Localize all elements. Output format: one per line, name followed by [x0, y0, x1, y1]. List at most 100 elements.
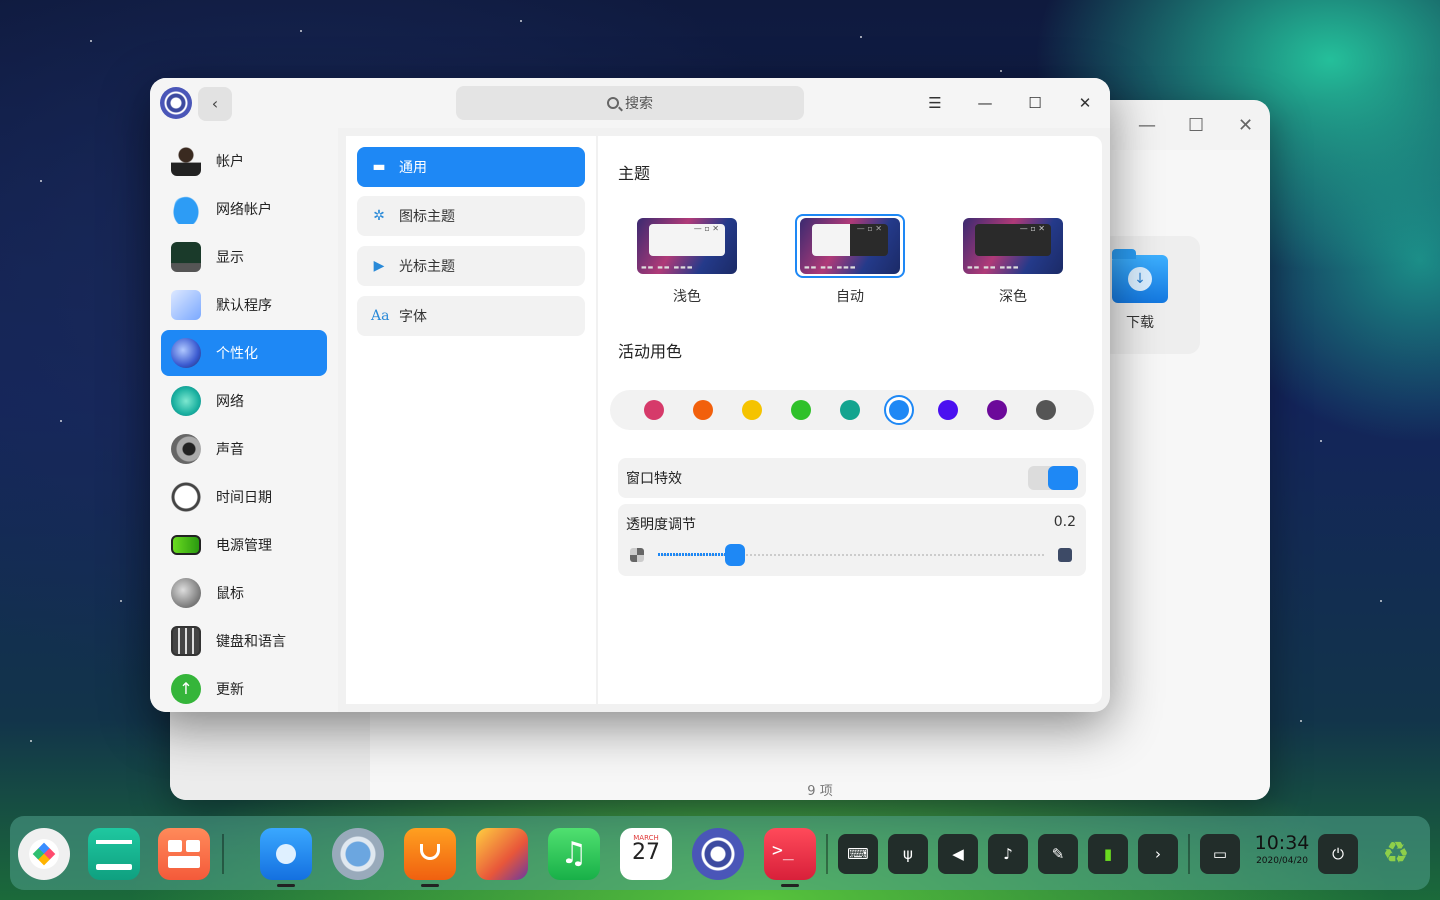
sidebar-item-account[interactable]: 帐户 [161, 138, 327, 184]
display-icon [171, 242, 201, 272]
accent-color-swatch[interactable] [884, 395, 914, 425]
sidebar-item-label: 默认程序 [216, 298, 272, 314]
battery-tray-icon[interactable]: ▮ [1088, 834, 1128, 874]
default-apps-icon [171, 290, 201, 320]
expand-icon[interactable]: › [1138, 834, 1178, 874]
submenu-item-label: 通用 [399, 160, 427, 176]
trash-icon[interactable]: ♻ [1370, 828, 1422, 880]
theme-auto[interactable]: — ▫ ✕ ▬▬ ▬▬ ▬▬▬ 自动 [795, 214, 905, 306]
theme-light-preview: — ▫ ✕ ▬▬ ▬▬ ▬▬▬ [637, 218, 737, 274]
search-input[interactable]: 搜索 [456, 86, 804, 120]
back-button[interactable]: ‹ [198, 87, 232, 121]
close-icon[interactable]: ✕ [1238, 115, 1253, 136]
submenu-panel: ▬ 通用 ✲ 图标主题 ▶ 光标主题 Aa 字体 [346, 136, 596, 704]
folder-label[interactable]: 下载 [1110, 312, 1170, 332]
mouse-icon [171, 578, 201, 608]
general-icon: ▬ [372, 159, 386, 175]
dock-separator [826, 834, 828, 874]
running-indicator [421, 884, 439, 887]
calendar-icon[interactable]: MARCH 27 [620, 828, 672, 880]
submenu-item-icon-theme[interactable]: ✲ 图标主题 [357, 196, 585, 236]
running-indicator [277, 884, 295, 887]
sidebar-item-label: 键盘和语言 [216, 634, 286, 650]
file-manager-app-icon[interactable] [260, 828, 312, 880]
accent-color-swatch[interactable] [1036, 400, 1056, 420]
maximize-icon[interactable]: ☐ [1188, 115, 1204, 136]
account-icon [171, 146, 201, 176]
accent-color-picker [610, 390, 1094, 430]
usb-icon[interactable]: ψ [888, 834, 928, 874]
accent-color-swatch[interactable] [987, 400, 1007, 420]
on-screen-keyboard-icon[interactable]: ▭ [1200, 834, 1240, 874]
sidebar-item-label: 个性化 [216, 346, 258, 362]
power-icon[interactable]: ⏻ [1318, 834, 1358, 874]
clock-date[interactable]: 2020/04/20 [1250, 856, 1314, 866]
accent-color-swatch[interactable] [693, 400, 713, 420]
download-folder-icon[interactable]: ↓ [1112, 249, 1168, 303]
theme-light[interactable]: — ▫ ✕ ▬▬ ▬▬ ▬▬▬ 浅色 [632, 214, 742, 306]
minimize-button[interactable]: — [972, 90, 998, 116]
window-effect-row: 窗口特效 [618, 458, 1086, 498]
submenu-item-cursor-theme[interactable]: ▶ 光标主题 [357, 246, 585, 286]
sidebar-item-mouse[interactable]: 鼠标 [161, 570, 327, 616]
launcher-icon[interactable] [18, 828, 70, 880]
sidebar-item-personalization[interactable]: 个性化 [161, 330, 327, 376]
theme-dark[interactable]: — ▫ ✕ ▬▬ ▬▬ ▬▬▬ 深色 [958, 214, 1068, 306]
sidebar: 帐户 网络帐户 显示 默认程序 个性化 网络 声音 时间日期 电源管理 鼠标 键… [150, 128, 338, 712]
workspace-icon[interactable] [158, 828, 210, 880]
sidebar-item-cloud-account[interactable]: 网络帐户 [161, 186, 327, 232]
titlebar: ‹ 搜索 ☰ — ☐ ✕ [150, 78, 1110, 128]
transparent-icon [630, 548, 644, 562]
window-effect-toggle[interactable] [1028, 466, 1078, 490]
submenu-item-label: 图标主题 [399, 209, 455, 225]
window-effect-label: 窗口特效 [626, 471, 682, 487]
control-center-app-icon[interactable] [692, 828, 744, 880]
sidebar-item-label: 时间日期 [216, 490, 272, 506]
sidebar-item-display[interactable]: 显示 [161, 234, 327, 280]
battery-icon [171, 535, 201, 555]
notification-icon[interactable]: ♪ [988, 834, 1028, 874]
sound-icon [171, 434, 201, 464]
submenu-item-font[interactable]: Aa 字体 [357, 296, 585, 336]
font-icon: Aa [371, 308, 390, 324]
close-button[interactable]: ✕ [1072, 90, 1098, 116]
browser-icon[interactable] [332, 828, 384, 880]
music-icon[interactable]: ♫ [548, 828, 600, 880]
clock-icon [171, 482, 201, 512]
keyboard-tray-icon[interactable]: ⌨ [838, 834, 878, 874]
terminal-icon[interactable]: >_ [764, 828, 816, 880]
sidebar-item-keyboard[interactable]: 键盘和语言 [161, 618, 327, 664]
sidebar-item-label: 网络 [216, 394, 244, 410]
minimize-icon[interactable]: — [1138, 115, 1156, 136]
dock-separator [222, 834, 224, 874]
sidebar-item-update[interactable]: ↑ 更新 [161, 666, 327, 712]
accent-color-swatch[interactable] [791, 400, 811, 420]
network-icon [171, 386, 201, 416]
icon-theme-icon: ✲ [373, 208, 385, 224]
sidebar-item-sound[interactable]: 声音 [161, 426, 327, 472]
accent-color-swatch[interactable] [644, 400, 664, 420]
control-center-window[interactable]: ‹ 搜索 ☰ — ☐ ✕ 帐户 网络帐户 显示 默认程序 个性化 网络 声音 时… [150, 78, 1110, 712]
theme-dark-preview: — ▫ ✕ ▬▬ ▬▬ ▬▬▬ [963, 218, 1063, 274]
volume-icon[interactable]: ◀ [938, 834, 978, 874]
pen-icon[interactable]: ✎ [1038, 834, 1078, 874]
sidebar-item-default-apps[interactable]: 默认程序 [161, 282, 327, 328]
control-center-logo-icon [160, 87, 192, 119]
accent-color-swatch[interactable] [840, 400, 860, 420]
submenu-item-label: 光标主题 [399, 259, 455, 275]
menu-icon[interactable]: ☰ [922, 90, 948, 116]
personalization-icon [171, 338, 201, 368]
sidebar-item-datetime[interactable]: 时间日期 [161, 474, 327, 520]
opacity-slider-handle[interactable] [725, 544, 746, 566]
multitask-view-icon[interactable] [88, 828, 140, 880]
image-viewer-icon[interactable] [476, 828, 528, 880]
accent-color-swatch[interactable] [742, 400, 762, 420]
submenu-item-general[interactable]: ▬ 通用 [357, 147, 585, 187]
sidebar-item-label: 电源管理 [216, 538, 272, 554]
sidebar-item-power[interactable]: 电源管理 [161, 522, 327, 568]
app-store-icon[interactable] [404, 828, 456, 880]
accent-color-swatch[interactable] [938, 400, 958, 420]
clock-time[interactable]: 10:34 [1254, 832, 1310, 854]
maximize-button[interactable]: ☐ [1022, 90, 1048, 116]
sidebar-item-network[interactable]: 网络 [161, 378, 327, 424]
